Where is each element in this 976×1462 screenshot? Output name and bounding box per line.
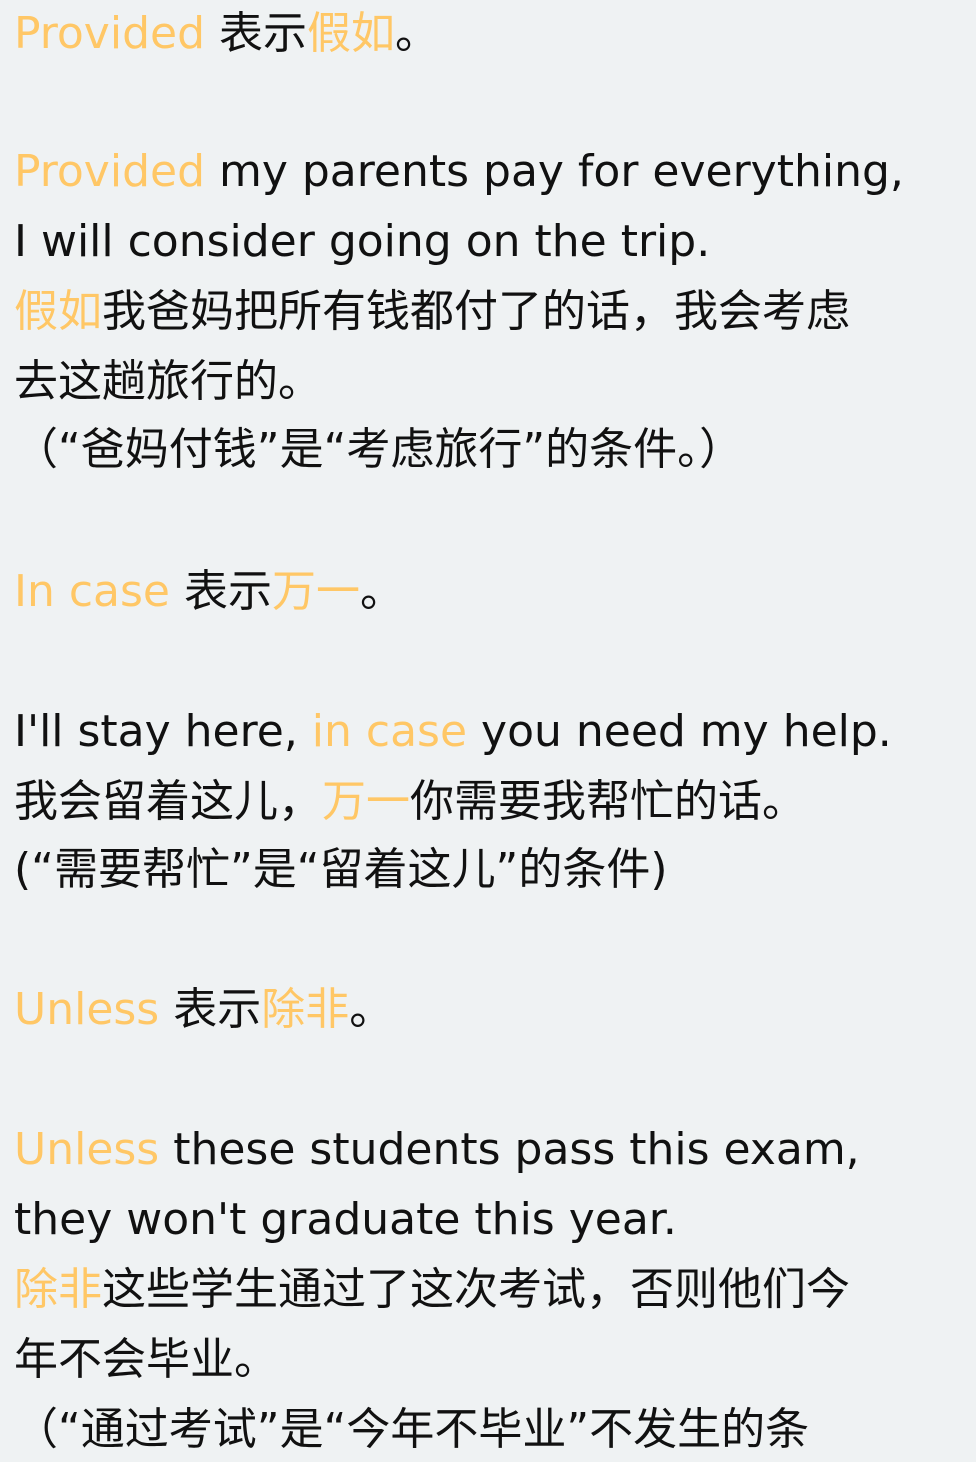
example-text: 这些学生通过了这次考试，否则他们今 xyxy=(102,1264,850,1315)
example-text: you need my help. xyxy=(467,706,892,757)
term-in-case: in case xyxy=(311,706,468,757)
term-in-case: In case xyxy=(14,566,170,617)
term-jiaru: 假如 xyxy=(14,286,102,337)
note-provided: （“爸妈付钱”是“考虑旅行”的条件。） xyxy=(14,424,744,475)
note-unless: （“通过考试”是“今年不毕业”不发生的条 xyxy=(14,1404,810,1455)
example-text: my parents pay for everything, xyxy=(205,146,904,197)
example-in-case-en-line1: I'll stay here, in case you need my help… xyxy=(14,702,892,762)
heading-end: 。 xyxy=(360,566,404,617)
example-unless-en-line2: they won't graduate this year. xyxy=(14,1194,677,1245)
heading-unless: Unless 表示除非。 xyxy=(14,980,393,1040)
example-provided-zh-line1: 假如我爸妈把所有钱都付了的话，我会考虑 xyxy=(14,282,850,342)
note-in-case: (“需要帮忙”是“留着这儿”的条件) xyxy=(14,844,668,895)
heading-end: 。 xyxy=(349,984,394,1035)
heading-in-case: In case 表示万一。 xyxy=(14,562,404,622)
example-text: these students pass this exam, xyxy=(159,1124,860,1175)
heading-provided: Provided 表示假如。 xyxy=(14,4,439,64)
meaning-wanyi: 万一 xyxy=(272,566,360,617)
heading-text: 表示 xyxy=(159,984,262,1035)
example-provided-en-line2: I will consider going on the trip. xyxy=(14,216,711,267)
term-provided: Provided xyxy=(14,146,205,197)
term-provided: Provided xyxy=(14,8,205,59)
example-unless-zh-line1: 除非这些学生通过了这次考试，否则他们今 xyxy=(14,1260,850,1320)
term-wanyi: 万一 xyxy=(322,776,410,827)
meaning-jiaru: 假如 xyxy=(307,8,395,59)
example-text: 我爸妈把所有钱都付了的话，我会考虑 xyxy=(102,286,850,337)
meaning-chufei: 除非 xyxy=(261,984,350,1035)
document-page: Provided 表示假如。 Provided my parents pay f… xyxy=(0,0,976,1462)
example-unless-en-line1: Unless these students pass this exam, xyxy=(14,1120,860,1180)
example-text: I'll stay here, xyxy=(14,706,312,757)
example-in-case-zh-line1: 我会留着这儿，万一你需要我帮忙的话。 xyxy=(14,772,806,832)
heading-end: 。 xyxy=(395,8,439,59)
term-unless: Unless xyxy=(14,984,160,1035)
example-text: 你需要我帮忙的话。 xyxy=(410,776,806,827)
term-chufei: 除非 xyxy=(14,1264,102,1315)
heading-text: 表示 xyxy=(205,8,307,59)
example-text: 我会留着这儿， xyxy=(14,776,322,827)
term-unless: Unless xyxy=(14,1124,160,1175)
example-unless-zh-line2: 年不会毕业。 xyxy=(14,1334,278,1385)
example-provided-zh-line2: 去这趟旅行的。 xyxy=(14,356,322,407)
example-provided-en-line1: Provided my parents pay for everything, xyxy=(14,142,904,202)
heading-text: 表示 xyxy=(170,566,272,617)
